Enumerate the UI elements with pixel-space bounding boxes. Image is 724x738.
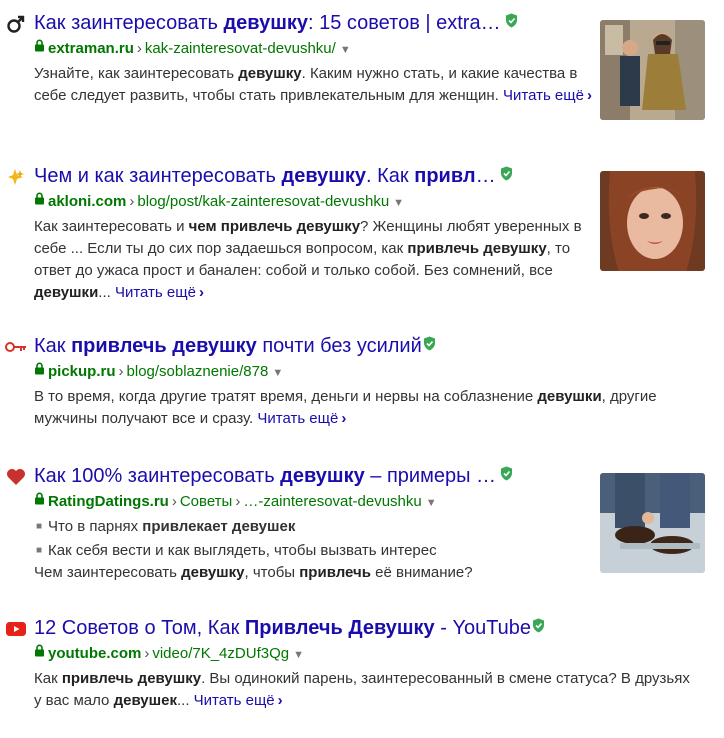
lock-icon [34, 38, 45, 58]
result-host[interactable]: youtube.com [48, 645, 141, 662]
woman-portrait-image [600, 171, 705, 271]
chevron-right-icon: › [277, 692, 283, 709]
dropdown-caret-icon[interactable]: ▼ [393, 197, 404, 209]
result-thumbnail[interactable] [600, 20, 705, 120]
dropdown-caret-icon[interactable]: ▼ [293, 649, 304, 661]
result-snippet: Чем заинтересовать девушку, чтобы привле… [34, 564, 473, 581]
verified-shield-icon [500, 464, 513, 487]
couple-walking-image [600, 20, 705, 120]
result-title[interactable]: Как 100% заинтересовать девушку – пример… [34, 464, 579, 488]
dropdown-caret-icon[interactable]: ▼ [340, 44, 351, 56]
read-more-link[interactable]: Читать ещё › [194, 692, 283, 709]
result-snippet: В то время, когда другие тратят время, д… [34, 388, 657, 427]
verified-shield-icon [500, 164, 513, 187]
lock-icon [34, 191, 45, 211]
result-host[interactable]: pickup.ru [48, 363, 116, 380]
result-path[interactable]: blog/post/kak-zainteresovat-devushku [137, 193, 389, 210]
verified-shield-icon [505, 11, 518, 34]
result-title[interactable]: Как заинтересовать девушку: 15 советов |… [34, 11, 564, 35]
heart-icon [4, 465, 28, 489]
sparkle-icon [4, 165, 28, 189]
result-url[interactable]: youtube.com › video/7K_4zDUf3Qg ▼ [34, 644, 304, 665]
list-item: ■ Как себя вести и как выглядеть, чтобы в… [36, 542, 437, 559]
read-more-link[interactable]: Читать ещё › [115, 284, 204, 301]
result-path[interactable]: kak-zainteresovat-devushku/ [145, 40, 336, 57]
result-host[interactable]: RatingDatings.ru [48, 493, 169, 510]
chevron-right-icon: › [198, 284, 204, 301]
result-snippet: Узнайте, как заинтересовать девушку. Как… [34, 65, 592, 104]
lock-icon [34, 643, 45, 663]
result-path[interactable]: video/7K_4zDUf3Qg [152, 645, 289, 662]
result-path[interactable]: Советы [180, 493, 232, 510]
result-url[interactable]: pickup.ru › blog/soblaznenie/878 ▼ [34, 362, 283, 383]
list-item: ■ Что в парнях привлекает девушек [36, 518, 296, 535]
bullet-icon: ■ [36, 545, 43, 557]
verified-shield-icon [532, 616, 545, 639]
chevron-right-icon: › [586, 87, 592, 104]
key-icon [4, 335, 28, 359]
lock-icon [34, 361, 45, 381]
result-host[interactable]: akloni.com [48, 193, 126, 210]
result-path[interactable]: blog/soblaznenie/878 [127, 363, 269, 380]
result-host[interactable]: extraman.ru [48, 40, 134, 57]
result-url[interactable]: extraman.ru › kak-zainteresovat-devushku/▼ [34, 39, 351, 60]
result-title[interactable]: Чем и как заинтересовать девушку. Как пр… [34, 164, 564, 188]
result-title[interactable]: Как привлечь девушку почти без усилий [34, 334, 594, 358]
dropdown-caret-icon[interactable]: ▼ [272, 367, 283, 379]
read-more-link[interactable]: Читать ещё › [257, 410, 346, 427]
result-thumbnail[interactable] [600, 171, 705, 271]
result-url[interactable]: RatingDatings.ru › Советы › …-zainteresovat-… [34, 492, 437, 513]
result-thumbnail[interactable] [600, 473, 705, 573]
shoes-image [600, 473, 705, 573]
result-path[interactable]: …-zainteresovat-devushku [243, 493, 421, 510]
bullet-icon: ■ [36, 521, 43, 533]
verified-shield-icon [423, 334, 436, 357]
dropdown-caret-icon[interactable]: ▼ [426, 497, 437, 509]
result-title[interactable]: 12 Советов о Том, Как Привлечь Девушку -… [34, 616, 634, 640]
result-snippet: Как привлечь девушку. Вы одинокий парень… [34, 670, 690, 709]
youtube-icon [4, 617, 28, 641]
lock-icon [34, 491, 45, 511]
result-snippet: Как заинтересовать и чем привлечь девушк… [34, 218, 582, 301]
result-url[interactable]: akloni.com › blog/post/kak-zainteresovat-d… [34, 192, 404, 213]
male-symbol-icon [4, 12, 28, 36]
read-more-link[interactable]: Читать ещё › [503, 87, 592, 104]
chevron-right-icon: › [341, 410, 347, 427]
